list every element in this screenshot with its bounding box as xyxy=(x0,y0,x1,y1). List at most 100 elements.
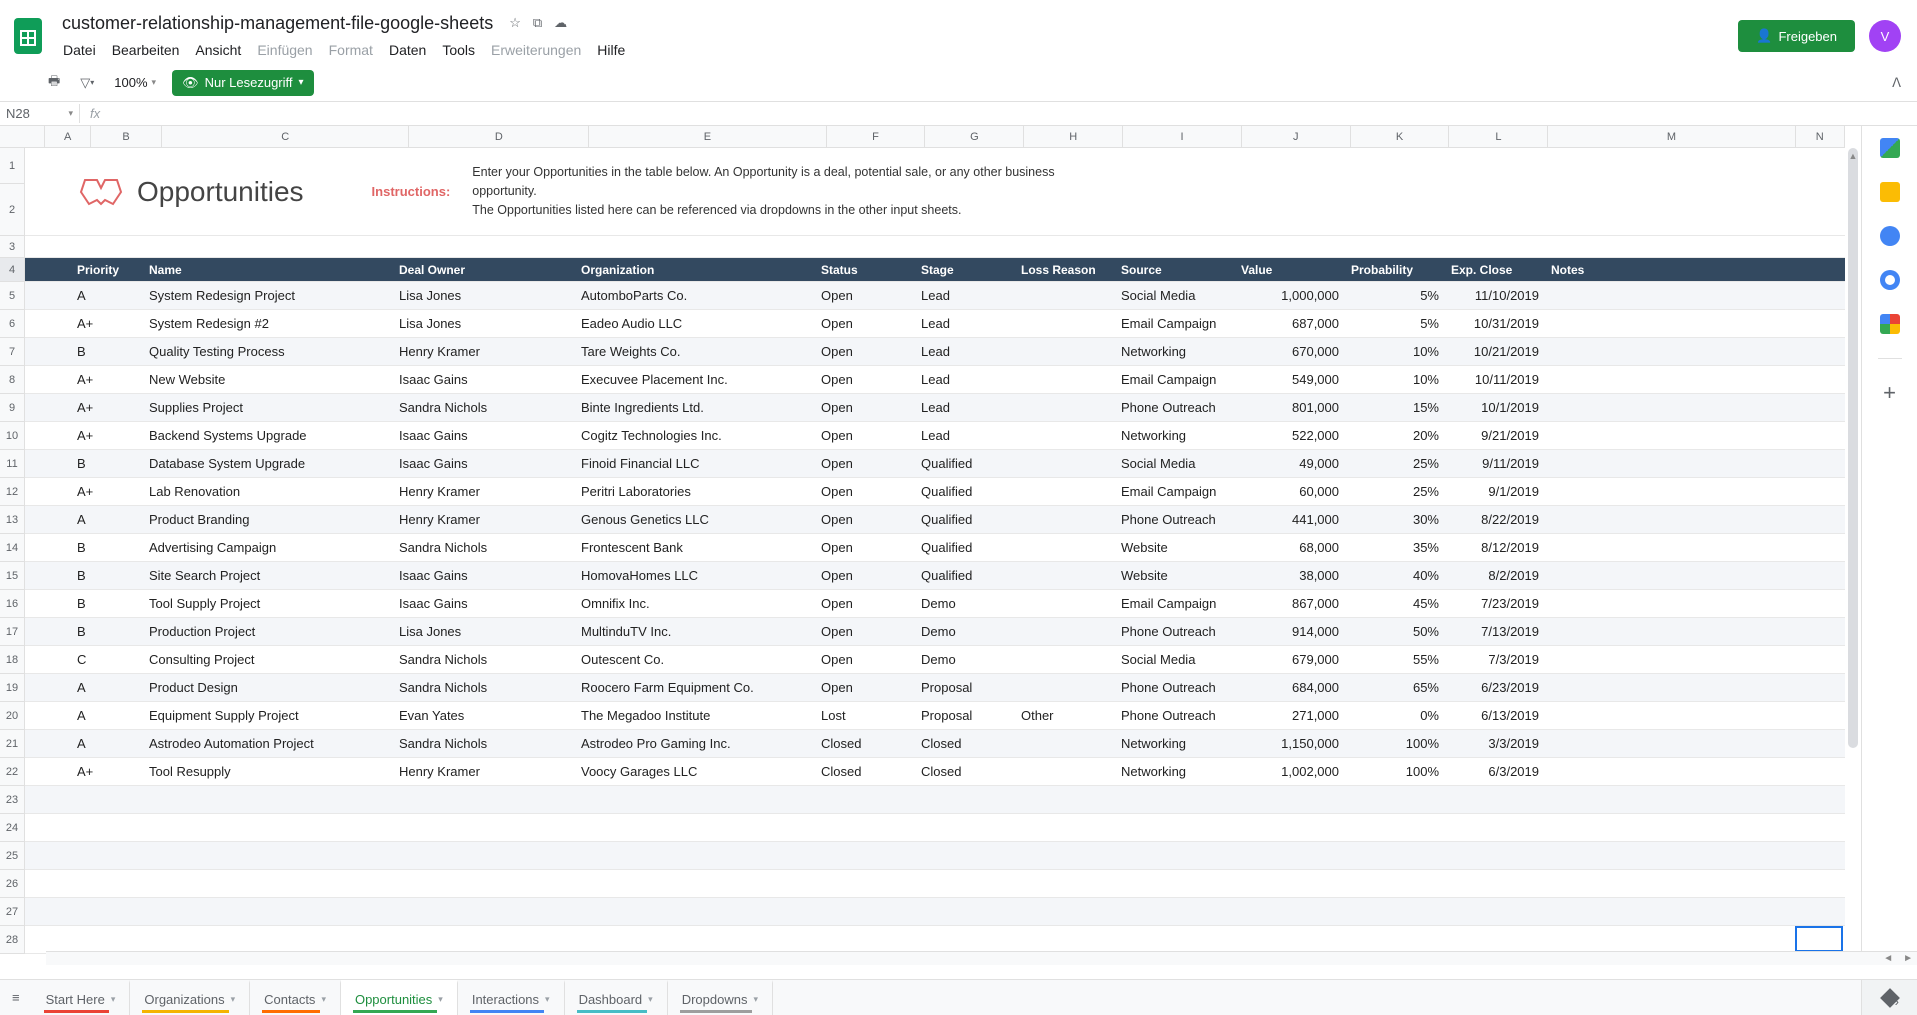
column-header-C[interactable]: C xyxy=(162,126,409,147)
move-icon[interactable]: ⧉ xyxy=(533,15,542,31)
calendar-icon[interactable] xyxy=(1880,138,1900,158)
column-header-F[interactable]: F xyxy=(827,126,926,147)
table-header-deal-owner[interactable]: Deal Owner xyxy=(393,258,575,281)
empty-row[interactable] xyxy=(25,898,1845,926)
column-header-E[interactable]: E xyxy=(589,126,826,147)
table-row[interactable]: A Astrodeo Automation Project Sandra Nic… xyxy=(25,730,1845,758)
chevron-down-icon[interactable]: ▾ xyxy=(111,994,116,1005)
sheet-tab-contacts[interactable]: Contacts▾ xyxy=(250,980,341,1015)
sheet-tab-organizations[interactable]: Organizations▾ xyxy=(130,980,250,1015)
column-header-K[interactable]: K xyxy=(1351,126,1450,147)
cloud-icon[interactable]: ☁ xyxy=(554,15,567,31)
share-button[interactable]: 👤 Freigeben xyxy=(1738,20,1855,52)
table-row[interactable]: A System Redesign Project Lisa Jones Aut… xyxy=(25,282,1845,310)
row-header-12[interactable]: 12 xyxy=(0,478,25,506)
row-header-18[interactable]: 18 xyxy=(0,646,25,674)
table-row[interactable]: A+ New Website Isaac Gains Execuvee Plac… xyxy=(25,366,1845,394)
document-title[interactable]: customer-relationship-management-file-go… xyxy=(56,11,499,36)
row-header-8[interactable]: 8 xyxy=(0,366,25,394)
sheet-tab-start-here[interactable]: Start Here▾ xyxy=(32,980,131,1015)
column-header-B[interactable]: B xyxy=(91,126,162,147)
table-header-exp-close[interactable]: Exp. Close xyxy=(1445,258,1545,281)
row-header-2[interactable]: 2 xyxy=(0,184,25,236)
table-header-notes[interactable]: Notes xyxy=(1545,258,1795,281)
table-row[interactable]: B Tool Supply Project Isaac Gains Omnifi… xyxy=(25,590,1845,618)
table-row[interactable]: A Product Branding Henry Kramer Genous G… xyxy=(25,506,1845,534)
row-header-28[interactable]: 28 xyxy=(0,926,25,954)
filter-icon[interactable]: ▽▾ xyxy=(76,71,98,95)
maps-icon[interactable] xyxy=(1880,314,1900,334)
menu-daten[interactable]: Daten xyxy=(382,38,433,62)
table-row[interactable]: A Product Design Sandra Nichols Roocero … xyxy=(25,674,1845,702)
table-header-stage[interactable]: Stage xyxy=(915,258,1015,281)
table-row[interactable]: B Database System Upgrade Isaac Gains Fi… xyxy=(25,450,1845,478)
chevron-down-icon[interactable]: ▾ xyxy=(231,994,236,1005)
row-header-6[interactable]: 6 xyxy=(0,310,25,338)
name-box[interactable]: N28 ▾ xyxy=(0,104,80,123)
chevron-down-icon[interactable]: ▾ xyxy=(321,994,326,1005)
row-header-19[interactable]: 19 xyxy=(0,674,25,702)
zoom-dropdown[interactable]: 100%▾ xyxy=(110,73,160,92)
account-avatar[interactable]: V xyxy=(1869,20,1901,52)
row-header-7[interactable]: 7 xyxy=(0,338,25,366)
scrollbar-thumb[interactable] xyxy=(1848,148,1858,748)
row-header-5[interactable]: 5 xyxy=(0,282,25,310)
sheet-tab-dropdowns[interactable]: Dropdowns▾ xyxy=(668,980,773,1015)
column-header-L[interactable]: L xyxy=(1449,126,1548,147)
side-panel-toggle-icon[interactable]: › xyxy=(1895,994,1899,1009)
chevron-down-icon[interactable]: ▾ xyxy=(438,994,443,1005)
table-header-priority[interactable]: Priority xyxy=(71,258,143,281)
row-header-27[interactable]: 27 xyxy=(0,898,25,926)
table-header-name[interactable]: Name xyxy=(143,258,393,281)
row-header-14[interactable]: 14 xyxy=(0,534,25,562)
table-header-source[interactable]: Source xyxy=(1115,258,1235,281)
sheet-tab-opportunities[interactable]: Opportunities▾ xyxy=(341,980,458,1015)
row-header-26[interactable]: 26 xyxy=(0,870,25,898)
empty-row[interactable] xyxy=(25,814,1845,842)
chevron-down-icon[interactable]: ▾ xyxy=(648,994,653,1005)
column-header-I[interactable]: I xyxy=(1123,126,1242,147)
readonly-mode-button[interactable]: 👁 Nur Lesezugriff ▾ xyxy=(172,70,313,96)
collapse-toolbar-icon[interactable]: ᐱ xyxy=(1892,75,1901,91)
table-row[interactable]: B Quality Testing Process Henry Kramer T… xyxy=(25,338,1845,366)
empty-row[interactable] xyxy=(25,926,1845,954)
table-row[interactable]: A+ Backend Systems Upgrade Isaac Gains C… xyxy=(25,422,1845,450)
formula-input[interactable] xyxy=(110,104,1917,123)
menu-datei[interactable]: Datei xyxy=(56,38,103,62)
row-header-9[interactable]: 9 xyxy=(0,394,25,422)
row-header-25[interactable]: 25 xyxy=(0,842,25,870)
table-row[interactable]: B Advertising Campaign Sandra Nichols Fr… xyxy=(25,534,1845,562)
keep-icon[interactable] xyxy=(1880,182,1900,202)
table-header-organization[interactable]: Organization xyxy=(575,258,815,281)
empty-row[interactable] xyxy=(25,842,1845,870)
menu-ansicht[interactable]: Ansicht xyxy=(188,38,248,62)
chevron-down-icon[interactable]: ▾ xyxy=(753,994,758,1005)
table-row[interactable]: C Consulting Project Sandra Nichols Oute… xyxy=(25,646,1845,674)
table-row[interactable]: B Site Search Project Isaac Gains Homova… xyxy=(25,562,1845,590)
menu-tools[interactable]: Tools xyxy=(435,38,482,62)
scroll-up-icon[interactable]: ▲ xyxy=(1845,148,1861,164)
row-header-3[interactable]: 3 xyxy=(0,236,25,258)
add-addon-icon[interactable]: + xyxy=(1880,383,1900,403)
row-header-22[interactable]: 22 xyxy=(0,758,25,786)
row-header-20[interactable]: 20 xyxy=(0,702,25,730)
table-header-status[interactable]: Status xyxy=(815,258,915,281)
contacts-icon[interactable] xyxy=(1880,270,1900,290)
column-header-A[interactable]: A xyxy=(45,126,90,147)
sheet-tab-dashboard[interactable]: Dashboard▾ xyxy=(565,980,668,1015)
hscroll-right-icon[interactable]: ► xyxy=(1899,953,1917,964)
table-row[interactable]: A+ Tool Resupply Henry Kramer Voocy Gara… xyxy=(25,758,1845,786)
column-header-D[interactable]: D xyxy=(409,126,589,147)
row-header-1[interactable]: 1 xyxy=(0,148,25,184)
sheets-logo[interactable] xyxy=(8,16,48,56)
row-header-15[interactable]: 15 xyxy=(0,562,25,590)
table-header-probability[interactable]: Probability xyxy=(1345,258,1445,281)
row-header-16[interactable]: 16 xyxy=(0,590,25,618)
vertical-scrollbar[interactable]: ▲ ▼ xyxy=(1845,148,1861,965)
row-header-11[interactable]: 11 xyxy=(0,450,25,478)
column-header-N[interactable]: N xyxy=(1796,126,1845,147)
table-header-loss-reason[interactable]: Loss Reason xyxy=(1015,258,1115,281)
row-header-10[interactable]: 10 xyxy=(0,422,25,450)
menu-hilfe[interactable]: Hilfe xyxy=(590,38,632,62)
column-header-G[interactable]: G xyxy=(925,126,1024,147)
